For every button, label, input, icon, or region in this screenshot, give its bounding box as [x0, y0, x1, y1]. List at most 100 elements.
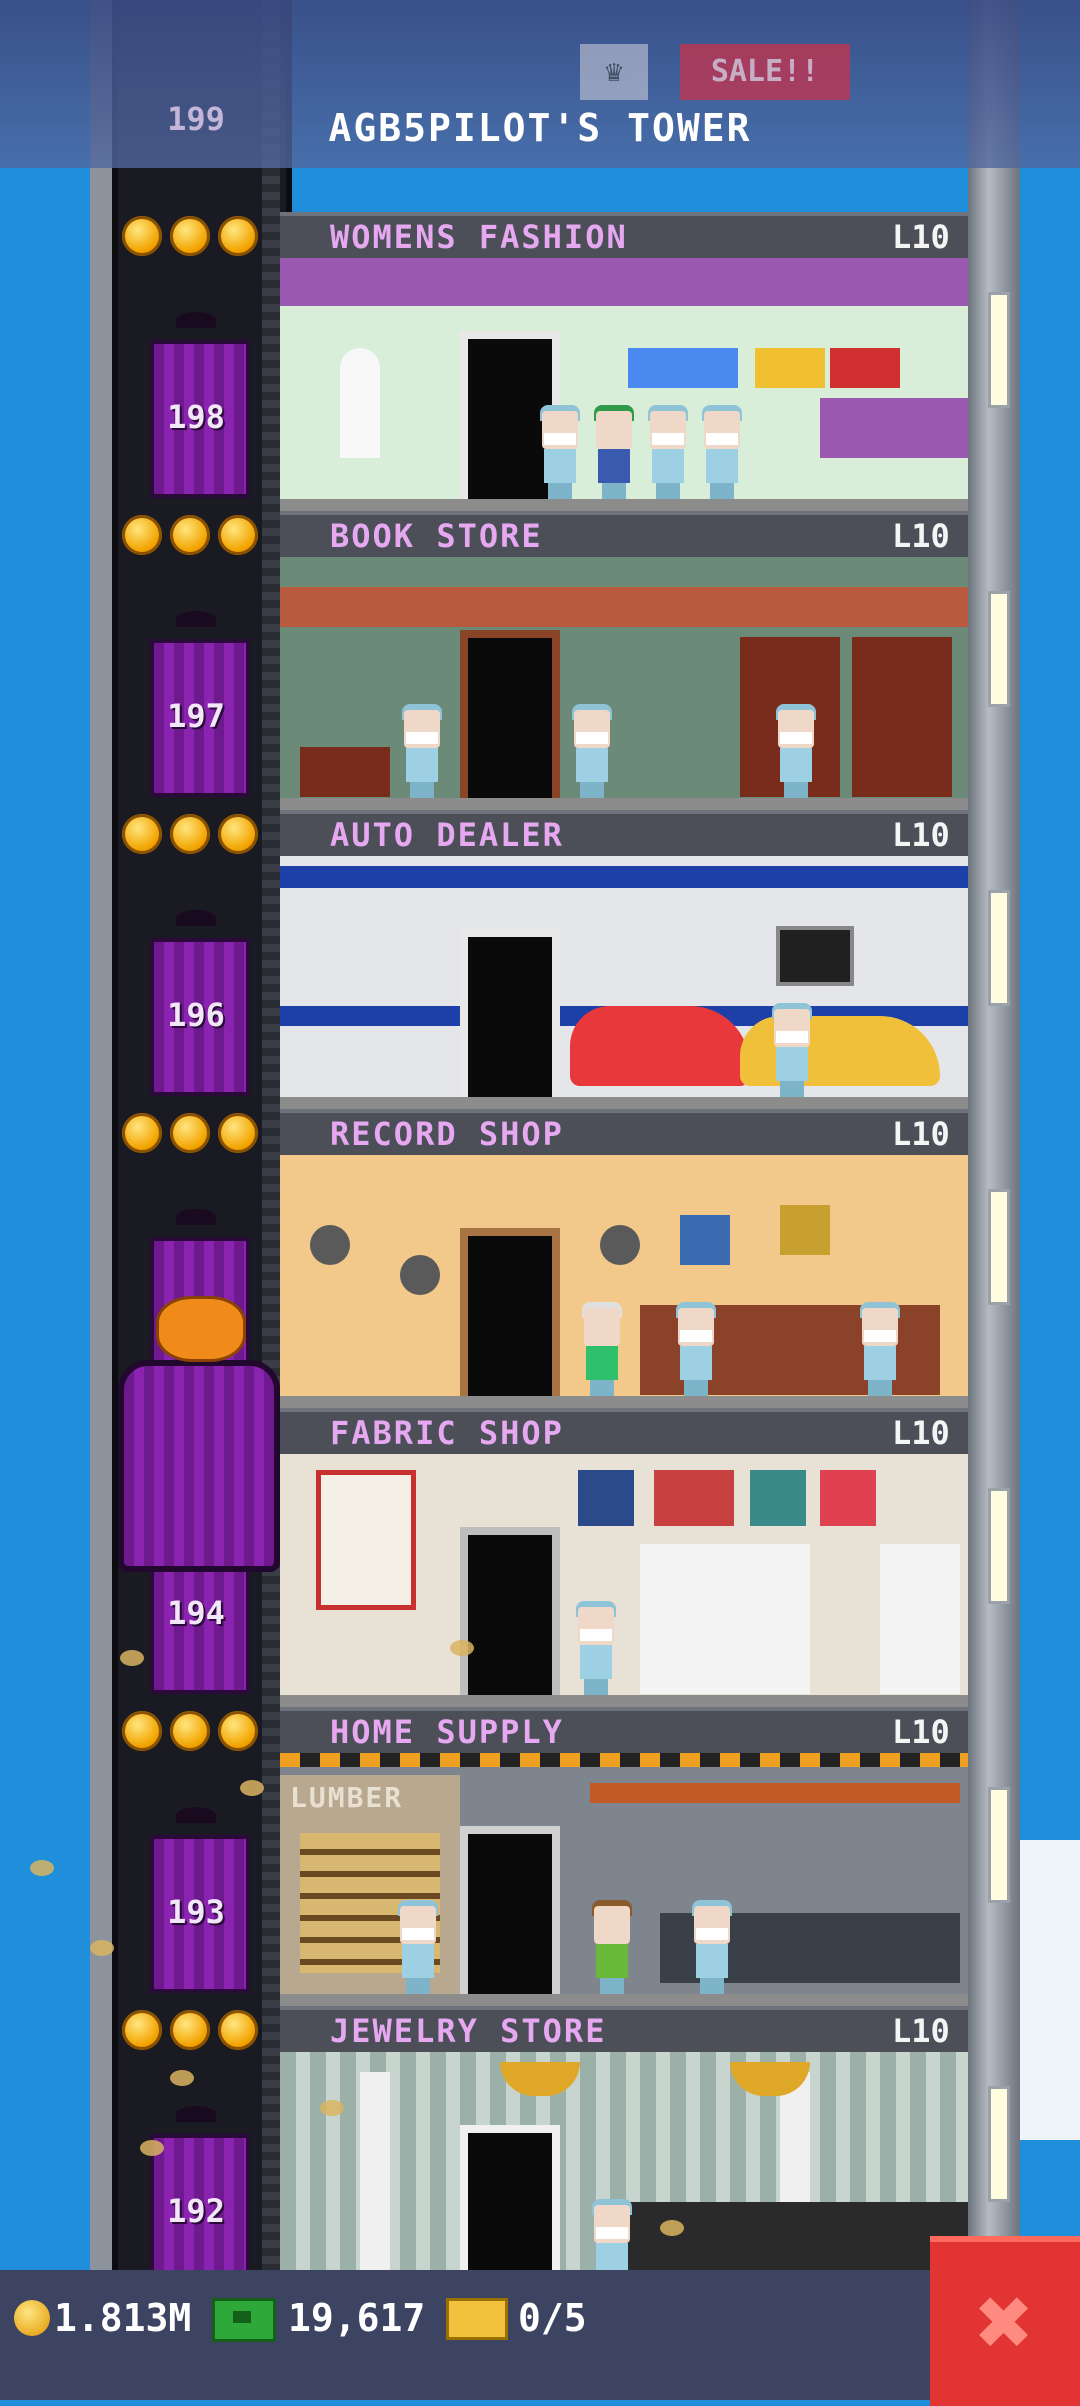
store-level: L10: [892, 1713, 950, 1751]
floor-book-store[interactable]: BOOK STORE L10 197: [0, 511, 1080, 810]
star-icon: [122, 515, 162, 555]
store-name: RECORD SHOP: [330, 1115, 564, 1153]
building-light: [988, 890, 1010, 1006]
floor-stars: [122, 1113, 272, 1153]
star-icon: [218, 216, 258, 256]
store-name: FABRIC SHOP: [330, 1414, 564, 1452]
bitizen[interactable]: [396, 1900, 440, 1994]
store-room[interactable]: [280, 2052, 968, 2305]
room-floor: [280, 1994, 968, 2006]
fabric-swatch: [578, 1470, 634, 1526]
fabric-swatch: [750, 1470, 806, 1526]
brick-wall: [280, 587, 968, 627]
bitizen[interactable]: [590, 1900, 634, 1994]
close-button[interactable]: ✖: [930, 2236, 1080, 2406]
store-room[interactable]: [280, 557, 968, 810]
store-room[interactable]: [280, 1454, 968, 1707]
fabric-swatch: [654, 1470, 734, 1526]
vinyl-record: [600, 1225, 640, 1265]
store-level: L10: [892, 218, 950, 256]
coin-count: 1.813M: [54, 2296, 192, 2340]
clothes-rack: [755, 348, 825, 388]
store-room[interactable]: [280, 258, 968, 511]
floor-number: 196: [167, 996, 225, 1034]
bitizen[interactable]: [580, 1302, 624, 1396]
star-icon: [170, 814, 210, 854]
bitizen[interactable]: [592, 405, 636, 499]
star-icon: [218, 1711, 258, 1751]
bitizen[interactable]: [690, 1900, 734, 1994]
star-icon: [218, 814, 258, 854]
store-door[interactable]: [460, 1228, 560, 1396]
tower-title: AGB5PILOT'S TOWER: [328, 106, 752, 150]
floor-number: 194: [167, 1594, 225, 1632]
close-icon: ✖: [976, 2266, 1034, 2378]
bookshelf: [852, 637, 952, 797]
bitizen[interactable]: [538, 405, 582, 499]
leaf-particle: [120, 1650, 144, 1666]
store-door[interactable]: [460, 929, 560, 1097]
star-icon: [170, 216, 210, 256]
floor-number: 198: [167, 398, 225, 436]
bitizen[interactable]: [770, 1003, 814, 1097]
bitizen[interactable]: [858, 1302, 902, 1396]
chandelier: [500, 2062, 580, 2096]
star-icon: [170, 2010, 210, 2050]
floor-number: 192: [167, 2192, 225, 2230]
store-room[interactable]: [280, 1155, 968, 1408]
store-name: JEWELRY STORE: [330, 2012, 607, 2050]
wall-art: [780, 1205, 830, 1255]
star-icon: [218, 2010, 258, 2050]
clothes-rack: [830, 348, 900, 388]
store-door[interactable]: [460, 1826, 560, 1994]
store-door[interactable]: [460, 630, 560, 798]
floor-womens-fashion[interactable]: WOMENS FASHION L10 198: [0, 212, 1080, 511]
bitizen[interactable]: [570, 704, 614, 798]
room-floor: [280, 798, 968, 810]
star-icon: [170, 1113, 210, 1153]
floor-number: 193: [167, 1893, 225, 1931]
bitizen[interactable]: [400, 704, 444, 798]
bitizen[interactable]: [674, 1302, 718, 1396]
room-floor: [280, 1097, 968, 1109]
vinyl-record: [400, 1255, 440, 1295]
lumber-sign: LUMBER: [290, 1781, 404, 1814]
bitizen[interactable]: [574, 1601, 618, 1695]
bitizen[interactable]: [700, 405, 744, 499]
store-door[interactable]: [460, 2125, 560, 2293]
thread-shelf: [640, 1544, 810, 1694]
leaf-particle: [240, 1780, 264, 1796]
store-door[interactable]: [460, 1527, 560, 1695]
leaf-particle: [30, 1860, 54, 1876]
building-light: [988, 1488, 1010, 1604]
store-name: AUTO DEALER: [330, 816, 564, 854]
star-icon: [170, 1711, 210, 1751]
sale-banner[interactable]: SALE!!: [680, 44, 850, 100]
floor-auto-dealer[interactable]: AUTO DEALER L10 196: [0, 810, 1080, 1109]
store-level: L10: [892, 2012, 950, 2050]
star-icon: [170, 515, 210, 555]
tv-screen: [776, 926, 854, 986]
star-icon: [122, 814, 162, 854]
star-icon: [122, 216, 162, 256]
store-name: WOMENS FASHION: [330, 218, 628, 256]
store-room[interactable]: [280, 856, 968, 1109]
mannequin: [340, 348, 380, 458]
floor-stars: [122, 814, 272, 854]
floor-stars: [122, 515, 272, 555]
store-level: L10: [892, 1115, 950, 1153]
bitizen[interactable]: [774, 704, 818, 798]
star-icon: [122, 2010, 162, 2050]
bat-icon: [176, 1209, 216, 1225]
floor-home-supply[interactable]: HOME SUPPLY L10 LUMBER 193: [0, 1707, 1080, 2006]
floor-jewelry-store[interactable]: JEWELRY STORE L10 192: [0, 2006, 1080, 2305]
store-room[interactable]: LUMBER: [280, 1753, 968, 2006]
store-level: L10: [892, 1414, 950, 1452]
elevator-car[interactable]: [118, 1360, 280, 1572]
bitizen[interactable]: [646, 405, 690, 499]
store-counter: [820, 398, 968, 458]
wall-stripe: [280, 866, 968, 888]
ticket-icon: [446, 2298, 508, 2340]
store-name: BOOK STORE: [330, 517, 543, 555]
red-car: [570, 1006, 750, 1086]
